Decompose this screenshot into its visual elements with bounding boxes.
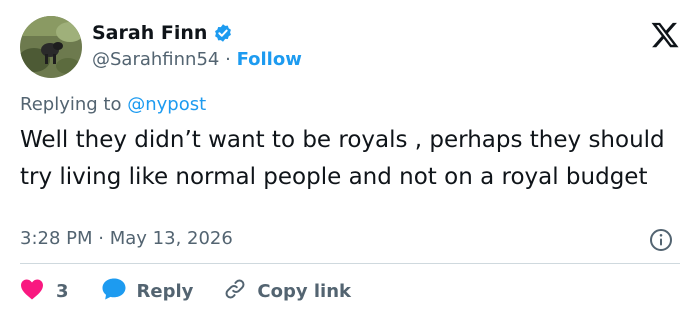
copy-link-button[interactable]: Copy link — [223, 277, 351, 305]
author-name-text[interactable]: Sarah Finn — [92, 22, 207, 44]
like-button[interactable]: 3 — [20, 278, 69, 304]
author-name[interactable]: Sarah Finn — [92, 22, 233, 44]
tweet-text: Well they didn’t want to be royals , per… — [20, 127, 665, 190]
author-handle-line: @Sarahfinn54 · Follow — [92, 49, 302, 70]
replying-to: Replying to @nypost — [20, 94, 206, 115]
copy-link-label[interactable]: Copy link — [257, 281, 351, 302]
replying-to-prefix: Replying to — [20, 94, 122, 115]
tweet-timestamp[interactable]: 3:28 PM · May 13, 2026 — [20, 228, 233, 249]
follow-button[interactable]: Follow — [237, 49, 302, 70]
info-icon[interactable] — [649, 228, 673, 252]
tweet-time[interactable]: 3:28 PM — [20, 228, 93, 249]
avatar[interactable] — [20, 16, 82, 78]
reply-button[interactable]: Reply — [101, 277, 194, 305]
author-handle[interactable]: @Sarahfinn54 — [92, 49, 219, 70]
avatar-photo — [20, 16, 82, 78]
action-bar: 3 Reply Copy link — [20, 276, 351, 306]
verified-badge-icon — [213, 23, 233, 43]
timestamp-separator: · — [98, 228, 104, 249]
like-count[interactable]: 3 — [56, 281, 69, 302]
handle-separator: · — [225, 49, 231, 70]
tweet-date[interactable]: May 13, 2026 — [110, 228, 233, 249]
x-logo-icon[interactable] — [650, 20, 680, 50]
reply-label[interactable]: Reply — [137, 281, 194, 302]
heart-icon — [20, 278, 44, 304]
divider — [20, 263, 680, 264]
replying-to-mention[interactable]: @nypost — [127, 94, 206, 115]
link-icon — [223, 277, 247, 305]
tweet-embed-card: Sarah Finn @Sarahfinn54 · Follow Replyin… — [0, 0, 700, 318]
speech-bubble-icon — [101, 277, 127, 305]
